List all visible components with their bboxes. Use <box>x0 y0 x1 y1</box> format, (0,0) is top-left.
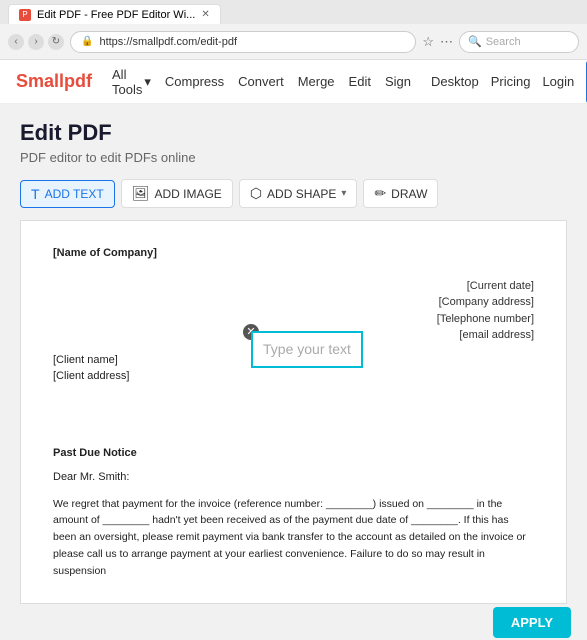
main-nav: Smallpdf All Tools ▾ Compress Convert Me… <box>0 60 587 104</box>
add-shape-label: ADD SHAPE <box>267 187 336 201</box>
apply-button[interactable]: APPLY <box>493 607 571 638</box>
pdf-document: [Name of Company] [Current date] [Compan… <box>20 220 567 604</box>
draw-button[interactable]: ✏ DRAW <box>363 179 438 208</box>
nav-desktop[interactable]: Desktop <box>431 74 479 89</box>
text-icon: T <box>31 186 40 202</box>
nav-pricing[interactable]: Pricing <box>491 74 531 89</box>
search-bar[interactable]: 🔍 Search <box>459 31 579 53</box>
pdf-salutation: Dear Mr. Smith: <box>53 469 534 486</box>
logo-text: Smallpdf <box>16 71 92 91</box>
add-image-label: ADD IMAGE <box>154 187 221 201</box>
address-bar[interactable]: 🔒 https://smallpdf.com/edit-pdf <box>70 31 416 53</box>
nav-convert[interactable]: Convert <box>238 74 284 89</box>
search-icon: 🔍 <box>468 35 482 48</box>
nav-compress[interactable]: Compress <box>165 74 224 89</box>
apply-area: APPLY <box>0 604 587 640</box>
add-text-button[interactable]: T ADD TEXT <box>20 180 115 208</box>
pdf-current-date: [Current date] <box>53 278 534 295</box>
browser-bar: ‹ › ↻ 🔒 https://smallpdf.com/edit-pdf ☆ … <box>0 24 587 60</box>
back-button[interactable]: ‹ <box>8 34 24 50</box>
pdf-document-container: [Name of Company] [Current date] [Compan… <box>20 220 567 604</box>
chevron-down-icon: ▾ <box>144 74 151 90</box>
pdf-telephone: [Telephone number] <box>53 311 534 328</box>
menu-icon[interactable]: ⋯ <box>440 34 453 50</box>
pdf-company-address: [Company address] <box>53 294 534 311</box>
nav-links: All Tools ▾ Compress Convert Merge Edit … <box>112 67 411 97</box>
nav-sign[interactable]: Sign <box>385 74 411 89</box>
add-text-label: ADD TEXT <box>45 187 104 201</box>
address-text: https://smallpdf.com/edit-pdf <box>99 36 237 48</box>
forward-button[interactable]: › <box>28 34 44 50</box>
pdf-client-address: [Client address] <box>53 368 534 385</box>
browser-tab[interactable]: P Edit PDF - Free PDF Editor Wi... ✕ <box>8 4 221 24</box>
reload-button[interactable]: ↻ <box>48 34 64 50</box>
nav-edit[interactable]: Edit <box>349 74 371 89</box>
browser-icons: ☆ ⋯ <box>422 34 453 50</box>
tab-title: Edit PDF - Free PDF Editor Wi... <box>37 9 195 21</box>
tab-favicon: P <box>19 9 31 21</box>
shape-icon: ⬡ <box>250 185 262 202</box>
add-shape-button[interactable]: ⬡ ADD SHAPE ▾ <box>239 179 358 208</box>
secure-icon: 🔒 <box>81 36 93 47</box>
shape-dropdown-icon: ▾ <box>341 188 346 199</box>
image-icon: 🖼 <box>132 185 150 202</box>
page-title: Edit PDF <box>20 120 567 146</box>
logo[interactable]: Smallpdf <box>16 71 92 92</box>
search-placeholder: Search <box>486 36 521 48</box>
page-subtitle: PDF editor to edit PDFs online <box>20 150 567 165</box>
tab-close-icon[interactable]: ✕ <box>201 9 209 20</box>
editor-toolbar: T ADD TEXT 🖼 ADD IMAGE ⬡ ADD SHAPE ▾ ✏ D… <box>20 179 567 208</box>
pdf-text-input-box[interactable]: Type your text <box>251 331 363 368</box>
pdf-body-text: We regret that payment for the invoice (… <box>53 496 534 580</box>
draw-icon: ✏ <box>374 185 386 202</box>
add-image-button[interactable]: 🖼 ADD IMAGE <box>121 179 233 208</box>
tab-bar: P Edit PDF - Free PDF Editor Wi... ✕ <box>0 0 587 24</box>
nav-merge[interactable]: Merge <box>298 74 335 89</box>
browser-controls: ‹ › ↻ <box>8 34 64 50</box>
draw-label: DRAW <box>391 187 427 201</box>
pdf-company-name: [Name of Company] <box>53 245 534 262</box>
page-content: Edit PDF PDF editor to edit PDFs online … <box>0 104 587 604</box>
nav-right: Desktop Pricing Login SIGN UP <box>431 60 587 104</box>
bookmark-icon[interactable]: ☆ <box>422 34 434 50</box>
nav-all-tools[interactable]: All Tools ▾ <box>112 67 151 97</box>
text-box-placeholder: Type your text <box>263 339 351 360</box>
nav-login[interactable]: Login <box>542 74 574 89</box>
pdf-past-due-notice: Past Due Notice <box>53 445 534 462</box>
